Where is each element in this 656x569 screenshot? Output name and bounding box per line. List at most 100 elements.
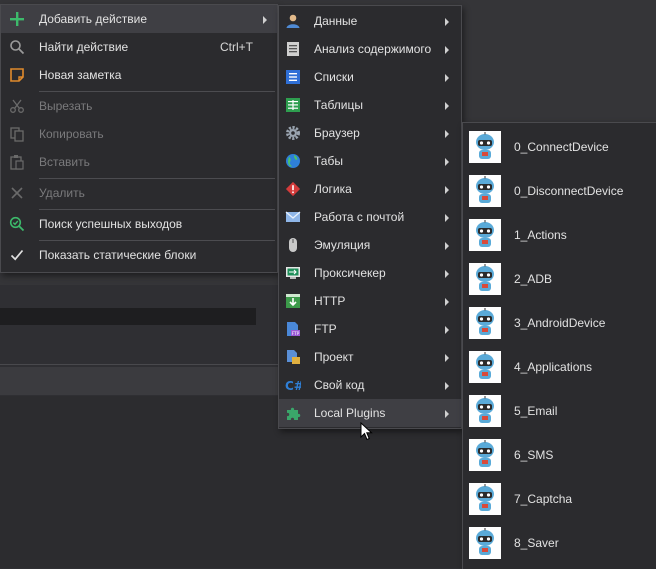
plugin-item[interactable]: 7_Captcha	[463, 476, 656, 520]
plugin-item[interactable]: 4_Applications	[463, 344, 656, 388]
submenu-item-label: Эмуляция	[314, 238, 371, 252]
plugin-item-label: 0_DisconnectDevice	[514, 184, 624, 198]
menu-item-search-success[interactable]: Поиск успешных выходов	[1, 210, 277, 238]
submenu-arrow-icon	[445, 382, 449, 390]
puzzle-icon	[287, 407, 301, 420]
submenu-arrow-icon	[445, 270, 449, 278]
submenu-item-label: Работа с почтой	[314, 210, 405, 224]
checkmark-icon	[10, 249, 24, 261]
search-icon	[10, 40, 25, 55]
menu-item-label: Вставить	[39, 155, 90, 169]
plugin-item-label: 5_Email	[514, 404, 558, 418]
submenu-arrow-icon	[445, 354, 449, 362]
submenu-item-project[interactable]: Проект	[279, 343, 461, 371]
menu-item-label: Вырезать	[39, 99, 93, 113]
submenu-item-proxy-checker[interactable]: Проксичекер	[279, 259, 461, 287]
shortcut-label: Ctrl+T	[220, 40, 253, 54]
plugin-item[interactable]: 6_SMS	[463, 432, 656, 476]
submenu-arrow-icon	[445, 46, 449, 54]
menu-item-paste[interactable]: Вставить	[1, 148, 277, 176]
submenu-item-http[interactable]: HTTP	[279, 287, 461, 315]
delete-icon	[11, 187, 23, 199]
user-data-icon	[286, 14, 300, 28]
paste-icon	[10, 155, 24, 170]
menu-item-label: Новая заметка	[39, 68, 122, 82]
menu-item-show-static-blocks[interactable]: Показать статические блоки	[1, 241, 277, 269]
http-download-icon	[286, 294, 300, 308]
plugin-item-label: 0_ConnectDevice	[514, 140, 609, 154]
menu-item-label: Показать статические блоки	[39, 248, 197, 262]
submenu-arrow-icon	[445, 326, 449, 334]
submenu-item-label: Таблицы	[314, 98, 364, 112]
plugin-item[interactable]: 5_Email	[463, 388, 656, 432]
menu-item-cut[interactable]: Вырезать	[1, 92, 277, 120]
submenu-item-emulation[interactable]: Эмуляция	[279, 231, 461, 259]
submenu-item-tables[interactable]: Таблицы	[279, 91, 461, 119]
submenu-item-label: Браузер	[314, 126, 360, 140]
submenu-arrow-icon	[445, 410, 449, 418]
menu-item-add-action[interactable]: Добавить действие	[1, 5, 277, 33]
submenu-item-label: HTTP	[314, 294, 346, 308]
plugin-item-label: 1_Actions	[514, 228, 567, 242]
submenu-item-label: Анализ содержимого	[314, 42, 432, 56]
scissors-icon	[10, 99, 24, 113]
plugin-item[interactable]: 0_ConnectDevice	[463, 124, 656, 168]
submenu-item-label: Данные	[314, 14, 358, 28]
plugin-item-label: 8_Saver	[514, 536, 559, 550]
mouse-icon	[289, 238, 297, 252]
document-analysis-icon	[287, 42, 299, 56]
menu-item-label: Добавить действие	[39, 12, 147, 26]
submenu-item-label: Local Plugins	[314, 406, 386, 420]
plugin-item[interactable]: 1_Actions	[463, 212, 656, 256]
submenu-arrow-icon	[263, 16, 267, 24]
submenu-item-ftp[interactable]: FTP FTP	[279, 315, 461, 343]
submenu-item-tabs[interactable]: Табы	[279, 147, 461, 175]
menu-item-label: Копировать	[39, 127, 104, 141]
plus-icon	[10, 12, 24, 26]
plugin-item[interactable]: 8_Saver	[463, 520, 656, 564]
submenu-item-lists[interactable]: Списки	[279, 63, 461, 91]
robot-icon	[469, 307, 501, 339]
robot-icon	[469, 527, 501, 559]
background-input-strip	[0, 308, 256, 325]
project-icon	[287, 350, 300, 364]
ftp-icon: FTP	[287, 322, 300, 336]
menu-item-delete[interactable]: Удалить	[1, 179, 277, 207]
robot-icon	[469, 263, 501, 295]
submenu-item-browser[interactable]: Браузер	[279, 119, 461, 147]
context-menu: Добавить действие Найти действие Ctrl+T …	[0, 4, 278, 273]
svg-text:C#: C#	[285, 379, 301, 393]
plugin-item-label: 6_SMS	[514, 448, 554, 462]
submenu-item-label: Проект	[314, 350, 354, 364]
submenu-item-content-analysis[interactable]: Анализ содержимого	[279, 35, 461, 63]
svg-text:FTP: FTP	[292, 331, 300, 336]
submenu-item-mail[interactable]: Работа с почтой	[279, 203, 461, 231]
submenu-item-label: Списки	[314, 70, 354, 84]
submenu-item-logic[interactable]: Логика	[279, 175, 461, 203]
menu-item-copy[interactable]: Копировать	[1, 120, 277, 148]
menu-item-find-action[interactable]: Найти действие Ctrl+T	[1, 33, 277, 61]
list-icon	[286, 70, 300, 84]
plugin-item[interactable]: 3_AndroidDevice	[463, 300, 656, 344]
plugin-item[interactable]: 2_ADB	[463, 256, 656, 300]
copy-icon	[10, 127, 24, 142]
menu-item-new-note[interactable]: Новая заметка	[1, 61, 277, 89]
submenu-item-custom-code[interactable]: C# Свой код	[279, 371, 461, 399]
plugin-item[interactable]: 0_DisconnectDevice	[463, 168, 656, 212]
submenu-arrow-icon	[445, 214, 449, 222]
search-success-icon	[9, 216, 25, 232]
submenu-item-label: FTP	[314, 322, 337, 336]
mouse-cursor-icon	[360, 422, 373, 441]
robot-icon	[469, 219, 501, 251]
mail-icon	[285, 211, 301, 222]
menu-item-label: Поиск успешных выходов	[39, 217, 183, 231]
submenu-arrow-icon	[445, 158, 449, 166]
submenu-item-label: Свой код	[314, 378, 365, 392]
submenu-arrow-icon	[445, 74, 449, 82]
submenu-item-data[interactable]: Данные	[279, 7, 461, 35]
submenu-item-label: Логика	[314, 182, 352, 196]
robot-icon	[469, 175, 501, 207]
plugins-submenu: 0_ConnectDevice 0_DisconnectDevice 1_Act…	[462, 122, 656, 569]
menu-item-label: Удалить	[39, 186, 85, 200]
menu-item-label: Найти действие	[39, 40, 129, 54]
